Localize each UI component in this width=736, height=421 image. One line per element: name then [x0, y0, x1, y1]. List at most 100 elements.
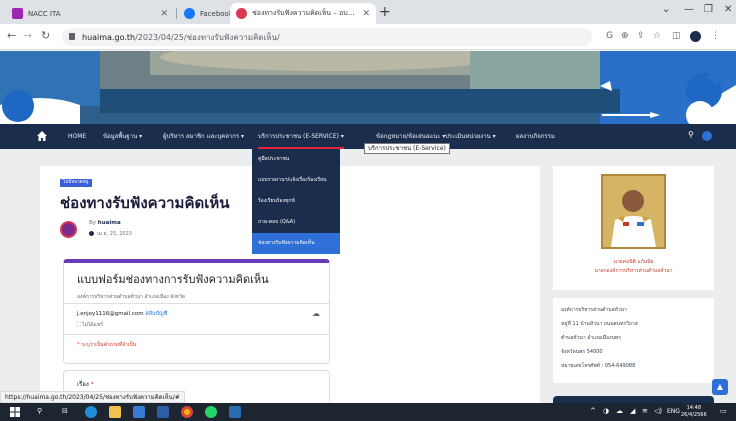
tab-strip: NACC ITA ✕ Facebook ✕ ช่องทางรับฟังความค…: [0, 0, 736, 24]
network-icon[interactable]: ◢: [630, 407, 635, 415]
profile-avatar-icon[interactable]: [690, 31, 701, 42]
side-panel-icon[interactable]: ◫: [672, 31, 681, 41]
account-line: j.enjoy1116@gmail.com สลับบัญชี: [77, 311, 168, 317]
facebook-icon: [184, 8, 195, 19]
phone-line: หมายเลขโทรศัพท์ : 054-649088: [561, 363, 636, 369]
byline: By huaima: [89, 220, 121, 226]
tab-title: NACC ITA: [28, 9, 61, 18]
page-title: ช่องทางรับฟังความคิดเห็น: [60, 194, 230, 212]
nav-executives[interactable]: ผู้บริหาร สมาชิก และบุคลากร ▾: [163, 124, 244, 149]
nav-e-service[interactable]: บริการประชาชน (E-SERVICE) ▾: [258, 124, 344, 149]
share-icon[interactable]: ⇪: [637, 31, 645, 41]
address-line: องค์การบริหารส่วนตำบลหัวนา: [561, 307, 627, 313]
wifi-icon[interactable]: ≋: [642, 407, 648, 415]
lock-icon: [69, 33, 75, 40]
cloud-icon: ☁: [312, 309, 320, 318]
mail-icon[interactable]: [157, 406, 169, 418]
address-line: จังหวัดนพร 54000: [561, 349, 603, 355]
forward-icon[interactable]: →: [23, 29, 32, 42]
search-icon[interactable]: ⚲: [688, 130, 694, 139]
tab-nacc-ita[interactable]: NACC ITA ✕: [6, 3, 174, 24]
official-position: นายกองค์การบริหารส่วนตำบลหัวนา: [594, 268, 673, 274]
address-line: หมู่ที่ 11 บ้านหัวนา ถนนสนทรวิถาส: [561, 321, 638, 327]
required-note: * ระบุว่าเป็นคำถามที่จำเป็น: [77, 342, 137, 348]
page-viewport: HOME ข้อมูลพื้นฐาน ▾ ผู้บริหาร สมาชิก แล…: [0, 51, 736, 403]
language-indicator[interactable]: ENG: [667, 408, 680, 415]
file-explorer-icon[interactable]: [109, 406, 121, 418]
store-icon[interactable]: [133, 406, 145, 418]
not-shared-note: ⛶ ไม่ได้แชร์: [77, 322, 103, 328]
search-taskbar-icon[interactable]: ⚲: [37, 407, 42, 415]
minimize-icon[interactable]: —: [684, 4, 694, 15]
site-favicon-icon: [236, 8, 247, 19]
switch-account-link[interactable]: สลับบัญชี: [145, 311, 167, 317]
tray-chevron-icon[interactable]: ^: [590, 407, 596, 415]
volume-icon[interactable]: ◁): [654, 407, 662, 415]
notification-icon[interactable]: ▭: [720, 407, 727, 415]
dropdown-item[interactable]: แบบรายงานฯ/แจ้งเรื่องร้องเรียน: [252, 170, 340, 191]
contact-widget: องค์การบริหารส่วนตำบลหัวนา หมู่ที่ 11 บ้…: [553, 298, 714, 383]
nav-tooltip: บริการประชาชน (E-Service): [364, 143, 450, 154]
address-line: ตำบลหัวนา อำเภอเมืองนพร: [561, 335, 621, 341]
edge-icon[interactable]: [85, 406, 97, 418]
menu-dots-icon[interactable]: ⋮: [711, 31, 720, 41]
close-window-icon[interactable]: ✕: [724, 4, 732, 15]
task-view-icon[interactable]: ⊟: [62, 407, 68, 415]
new-tab-button[interactable]: +: [379, 4, 391, 20]
tab-title: ช่องทางรับฟังความคิดเห็น – อบต.หัวนา: [252, 9, 358, 17]
scroll-to-top-button[interactable]: ▲: [712, 379, 728, 395]
site-banner: [0, 51, 736, 124]
author-avatar[interactable]: [60, 221, 77, 238]
question-label: เรื่อง *: [77, 381, 94, 388]
next-widget-header: [553, 396, 714, 403]
clock-date: 26/4/2566: [681, 412, 707, 418]
dropdown-item-active[interactable]: ช่องทางรับฟังความคิดเห็น: [252, 233, 340, 254]
tab-search-icon[interactable]: ⌄: [662, 4, 670, 15]
system-clock[interactable]: 14:48 26/4/2566: [681, 405, 707, 419]
dropdown-item[interactable]: ถาม-ตอบ (Q&A): [252, 212, 340, 233]
back-icon[interactable]: ←: [7, 29, 16, 42]
address-toolbar: ← → ↻ huaima.go.th/2023/04/25/ช่องทางรับ…: [0, 24, 736, 50]
banner-graphic: [0, 51, 736, 124]
word-icon[interactable]: [229, 406, 241, 418]
share-status-icon: ⛶: [77, 322, 81, 328]
author-link[interactable]: huaima: [98, 220, 121, 226]
official-widget: นายคมนิติ แก้นนิย นายกองค์การบริหารส่วนต…: [553, 166, 714, 290]
chrome-icon[interactable]: [181, 406, 193, 418]
nav-activities[interactable]: ผลงานกิจกรรม: [516, 124, 555, 149]
status-bar-url: https://huaima.go.th/2023/04/25/ช่องทางร…: [0, 391, 185, 403]
cloud-tray-icon[interactable]: ☁: [616, 407, 623, 415]
google-form-header: แบบฟอร์มช่องทางการรับฟังความคิดเห็น องค์…: [63, 259, 330, 364]
restore-icon[interactable]: ❐: [704, 4, 713, 15]
reload-icon[interactable]: ↻: [41, 29, 50, 42]
nav-evaluation[interactable]: ประเมินหน่วยงาน ▾: [445, 124, 496, 149]
dropdown-item[interactable]: คู่มือประชาชน: [252, 149, 340, 170]
post-date: เม.ย. 25, 2023: [89, 230, 132, 238]
tray-app-icon[interactable]: ◑: [603, 407, 609, 415]
address-bar[interactable]: huaima.go.th/2023/04/25/ช่องทางรับฟังควา…: [62, 28, 592, 46]
category-badge[interactable]: ไม่มีหมวดหมู่: [60, 179, 92, 187]
official-portrait: [601, 174, 666, 249]
close-tab-icon[interactable]: ✕: [160, 9, 168, 19]
line-app-icon[interactable]: [205, 406, 217, 418]
theme-toggle-icon[interactable]: [702, 131, 712, 141]
url-text: huaima.go.th/2023/04/25/ช่องทางรับฟังควา…: [82, 33, 280, 42]
zoom-icon[interactable]: ⊕: [621, 31, 629, 41]
dropdown-item[interactable]: ร้องเรียนร้องทุกข์: [252, 191, 340, 212]
nacc-favicon-icon: [12, 8, 23, 19]
windows-taskbar: ⚲ ⊟ ^ ◑ ☁ ◢ ≋ ◁) ENG 14:48 26/4/2566 ▭: [0, 403, 736, 421]
google-icon[interactable]: G: [606, 31, 613, 41]
bookmark-star-icon[interactable]: ☆: [653, 31, 661, 41]
form-title: แบบฟอร์มช่องทางการรับฟังความคิดเห็น: [77, 273, 269, 286]
clock-icon: [89, 231, 94, 236]
form-description: องค์การบริหารส่วนตำบลหัวนา อำเภอเมือง จั…: [77, 294, 186, 300]
official-name: นายคมนิติ แก้นนิย: [613, 259, 654, 265]
windows-start-icon[interactable]: [10, 407, 20, 417]
close-tab-icon[interactable]: ✕: [362, 9, 370, 19]
e-service-dropdown: คู่มือประชาชน แบบรายงานฯ/แจ้งเรื่องร้องเ…: [252, 149, 340, 254]
tab-current-page[interactable]: ช่องทางรับฟังความคิดเห็น – อบต.หัวนา ✕: [230, 3, 376, 24]
nav-home[interactable]: HOME: [68, 124, 86, 149]
nav-basic-info[interactable]: ข้อมูลพื้นฐาน ▾: [103, 124, 142, 149]
home-icon[interactable]: [36, 130, 48, 142]
clock-time: 14:48: [686, 405, 702, 411]
